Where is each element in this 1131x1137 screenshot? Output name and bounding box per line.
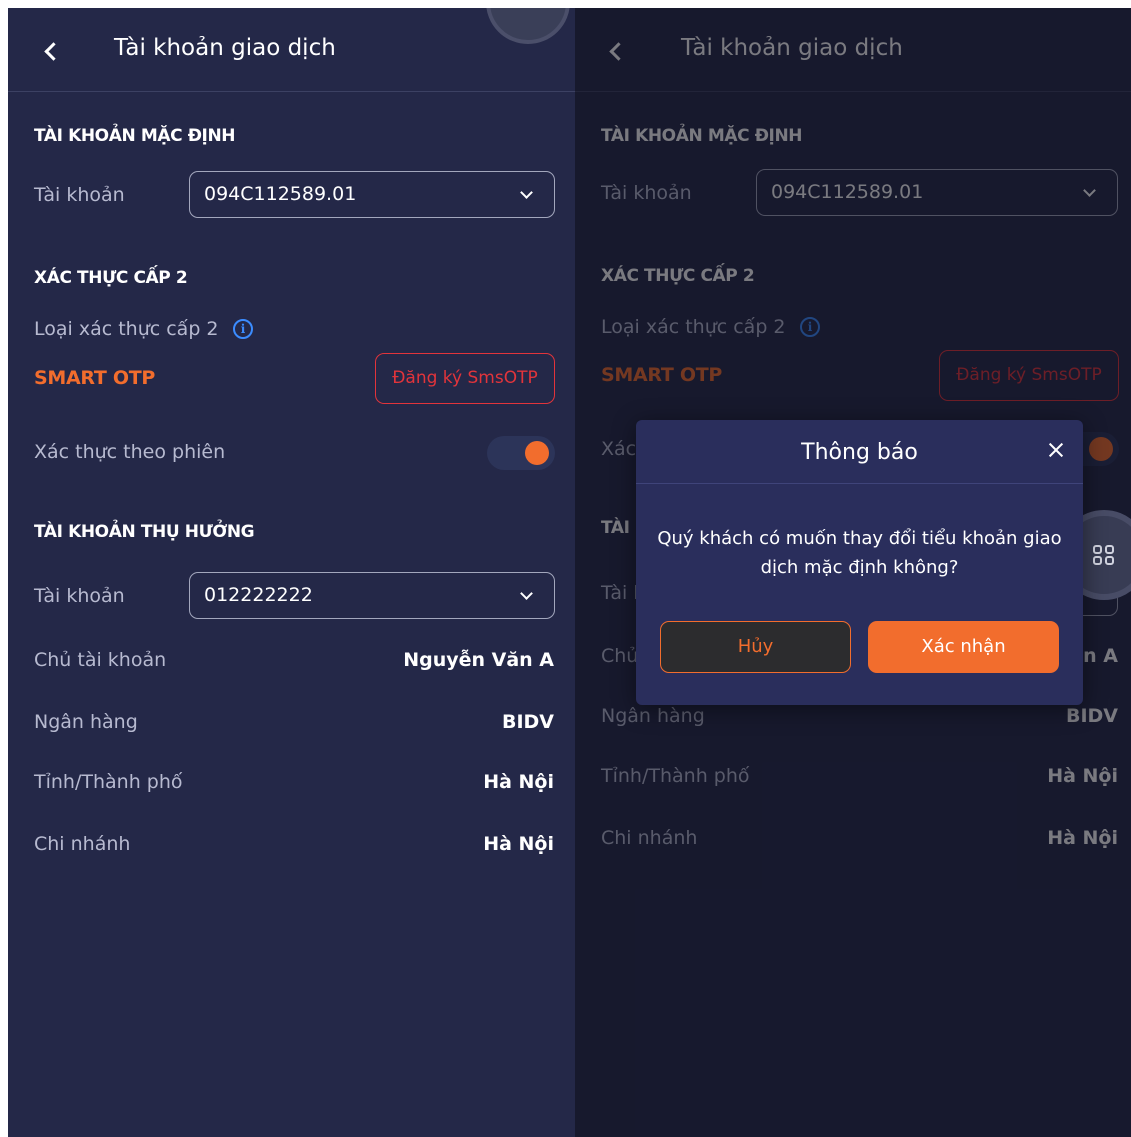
auth-type-value: SMART OTP xyxy=(34,367,155,389)
left-screen: Tài khoản giao dịch TÀI KHOẢN MẶC ĐỊNH T… xyxy=(8,8,575,1137)
header: Tài khoản giao dịch xyxy=(8,8,575,92)
dialog-title: Thông báo xyxy=(801,440,918,465)
toggle-knob xyxy=(525,441,549,465)
close-icon[interactable] xyxy=(1045,440,1067,462)
section-title-auth: XÁC THỰC CẤP 2 xyxy=(34,268,188,288)
cancel-button[interactable]: Hủy xyxy=(660,621,851,673)
auth-type-label: Loại xác thực cấp 2 xyxy=(34,318,219,340)
register-smsotp-button[interactable]: Đăng ký SmsOTP xyxy=(375,353,555,404)
bank-value: BIDV xyxy=(501,711,554,733)
province-label: Tỉnh/Thành phố xyxy=(34,771,183,793)
default-account-value: 094C112589.01 xyxy=(204,183,357,205)
chevron-down-icon xyxy=(520,186,533,199)
confirm-button[interactable]: Xác nhận xyxy=(868,621,1059,673)
province-value: Hà Nội xyxy=(483,771,554,793)
chevron-down-icon xyxy=(520,587,533,600)
right-screen: Tài khoản giao dịch TÀI KHOẢN MẶC ĐỊNH T… xyxy=(575,8,1131,1137)
bank-label: Ngân hàng xyxy=(34,711,138,733)
beneficiary-account-select[interactable]: 012222222 xyxy=(189,572,555,619)
dialog-message: Quý khách có muốn thay đổi tiểu khoản gi… xyxy=(657,528,1062,578)
info-icon[interactable]: i xyxy=(233,319,253,339)
beneficiary-account-value: 012222222 xyxy=(204,584,313,606)
section-title-beneficiary: TÀI KHOẢN THỤ HƯỞNG xyxy=(34,522,255,542)
beneficiary-account-label: Tài khoản xyxy=(34,585,125,607)
default-account-select[interactable]: 094C112589.01 xyxy=(189,171,555,218)
dialog-header: Thông báo xyxy=(636,420,1083,484)
grid-icon xyxy=(1093,545,1115,565)
branch-label: Chi nhánh xyxy=(34,833,131,855)
back-button[interactable] xyxy=(34,34,68,68)
page-title: Tài khoản giao dịch xyxy=(114,35,336,61)
default-account-label: Tài khoản xyxy=(34,184,125,206)
account-holder-value: Nguyễn Văn A xyxy=(403,649,554,671)
session-auth-label: Xác thực theo phiên xyxy=(34,441,226,463)
section-title-default-account: TÀI KHOẢN MẶC ĐỊNH xyxy=(34,126,236,146)
session-auth-toggle[interactable] xyxy=(487,436,555,470)
confirm-dialog: Thông báo Quý khách có muốn thay đổi tiể… xyxy=(636,420,1083,705)
branch-value: Hà Nội xyxy=(483,833,554,855)
account-holder-label: Chủ tài khoản xyxy=(34,649,167,671)
